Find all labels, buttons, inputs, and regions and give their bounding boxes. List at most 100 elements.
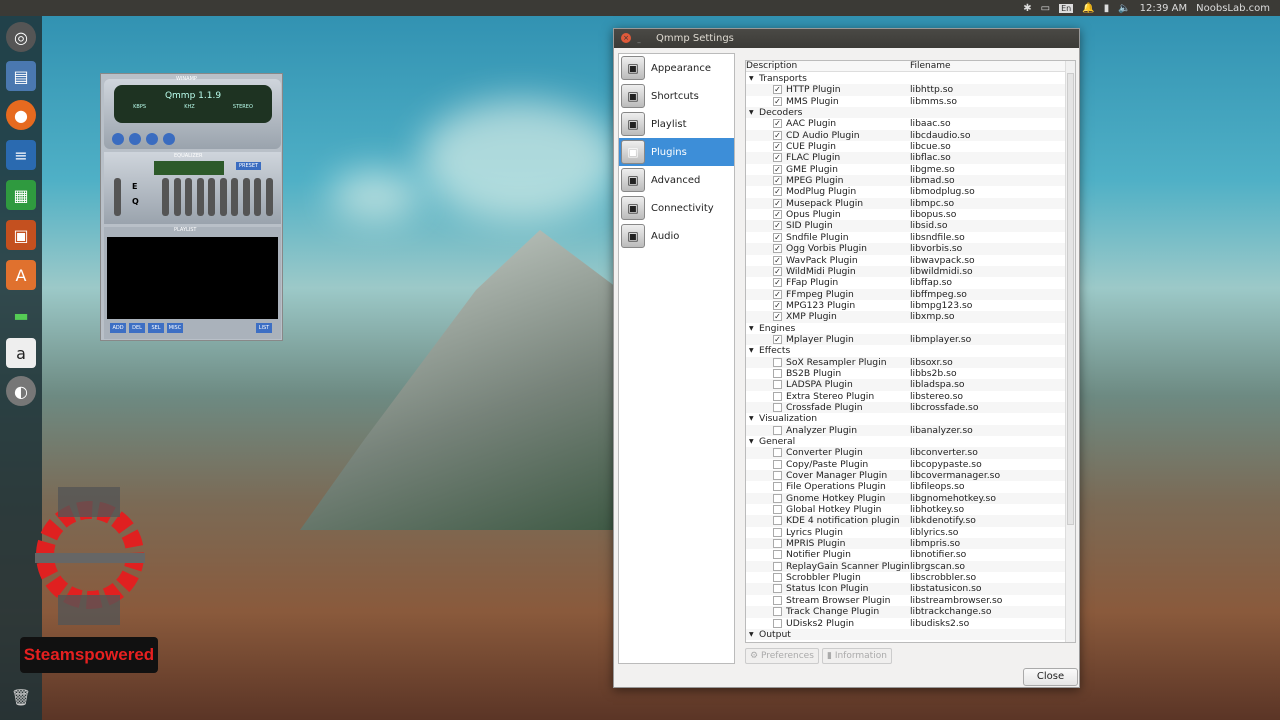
- eq-band-slider[interactable]: [242, 178, 250, 216]
- eq-band-slider[interactable]: [219, 178, 227, 216]
- plugin-row[interactable]: ✓ Musepack Plugin libmpc.so: [746, 197, 1066, 210]
- plugin-checkbox[interactable]: ✓: [773, 334, 782, 344]
- preset-button[interactable]: PRESET: [236, 162, 262, 170]
- expand-arrow-icon[interactable]: ▼: [749, 73, 754, 84]
- plugin-row[interactable]: ✓ Opus Plugin libopus.so: [746, 209, 1066, 220]
- plugin-checkbox[interactable]: ✓: [773, 289, 782, 299]
- calc-icon[interactable]: ▦: [6, 180, 36, 210]
- plugin-row[interactable]: ✓ MPEG Plugin libmad.so: [746, 175, 1066, 187]
- plugin-checkbox[interactable]: ✓: [773, 278, 782, 288]
- plugin-row[interactable]: Scrobbler Plugin libscrobbler.so: [746, 572, 1066, 583]
- plugin-checkbox[interactable]: [773, 561, 782, 571]
- plugin-checkbox[interactable]: [773, 482, 782, 492]
- plugin-checkbox[interactable]: ✓: [773, 96, 782, 106]
- plugin-checkbox[interactable]: [773, 402, 782, 412]
- plugin-row[interactable]: ✓ FFap Plugin libffap.so: [746, 277, 1066, 288]
- eq-band-slider[interactable]: [208, 178, 215, 216]
- group-row[interactable]: ▼ General: [746, 436, 1066, 447]
- plugin-row[interactable]: Status Icon Plugin libstatusicon.so: [746, 583, 1066, 595]
- plugin-row[interactable]: Analyzer Plugin libanalyzer.so: [746, 424, 1066, 436]
- plugin-row[interactable]: ✓ XMP Plugin libxmp.so: [746, 311, 1066, 323]
- plugin-row[interactable]: Gnome Hotkey Plugin libgnomehotkey.so: [746, 492, 1066, 505]
- plugin-row[interactable]: ✓ CD Audio Plugin libcdaudio.so: [746, 129, 1066, 142]
- eq-band-slider[interactable]: [254, 178, 261, 216]
- keyboard-layout[interactable]: En: [1059, 3, 1074, 13]
- playlist-area[interactable]: [107, 237, 278, 319]
- plugin-checkbox[interactable]: [773, 459, 782, 469]
- plugin-checkbox[interactable]: ✓: [773, 221, 782, 231]
- plugin-row[interactable]: ✓ FLAC Plugin libflac.so: [746, 152, 1066, 164]
- nav-item-connectivity[interactable]: ▣ Connectivity: [619, 194, 734, 222]
- trash-icon[interactable]: 🗑: [6, 682, 36, 712]
- display-icon[interactable]: ▭: [1041, 3, 1050, 14]
- nav-item-playlist[interactable]: ▣ Playlist: [619, 110, 734, 138]
- expand-arrow-icon[interactable]: ▼: [749, 413, 754, 424]
- notification-icon[interactable]: 🔔: [1082, 3, 1094, 14]
- plugin-row[interactable]: Notifier Plugin libnotifier.so: [746, 549, 1066, 560]
- list-button[interactable]: LIST: [256, 323, 272, 333]
- group-row[interactable]: ▼ Engines: [746, 323, 1066, 334]
- title-bar[interactable]: × – Qmmp Settings: [614, 29, 1079, 48]
- nav-item-appearance[interactable]: ▣ Appearance: [619, 54, 734, 82]
- plugin-checkbox[interactable]: ✓: [773, 176, 782, 186]
- expand-arrow-icon[interactable]: ▼: [749, 436, 754, 447]
- add-button[interactable]: ADD: [110, 323, 126, 333]
- plugin-row[interactable]: UDisks2 Plugin libudisks2.so: [746, 618, 1066, 629]
- expand-arrow-icon[interactable]: ▼: [749, 345, 754, 356]
- plugin-checkbox[interactable]: ✓: [773, 266, 782, 276]
- plugin-checkbox[interactable]: ✓: [773, 153, 782, 163]
- plugin-checkbox[interactable]: [773, 527, 782, 537]
- plugin-checkbox[interactable]: ✓: [773, 130, 782, 140]
- group-row[interactable]: ▼ Output: [746, 628, 1066, 641]
- plugin-row[interactable]: SoX Resampler Plugin libsoxr.so: [746, 356, 1066, 368]
- plugin-row[interactable]: ✓ ModPlug Plugin libmodplug.so: [746, 186, 1066, 197]
- plugin-row[interactable]: Extra Stereo Plugin libstereo.so: [746, 391, 1066, 402]
- scrollbar-thumb[interactable]: [1067, 73, 1074, 525]
- eq-band-slider[interactable]: [265, 178, 273, 216]
- plugin-checkbox[interactable]: [773, 368, 782, 378]
- minimize-icon[interactable]: –: [637, 33, 641, 52]
- files-icon[interactable]: ▤: [6, 61, 36, 91]
- plugin-checkbox[interactable]: ✓: [773, 255, 782, 265]
- plugin-row[interactable]: BS2B Plugin libbs2b.so: [746, 368, 1066, 379]
- plugin-checkbox[interactable]: ✓: [773, 187, 782, 197]
- plugin-checkbox[interactable]: [773, 493, 782, 503]
- plugin-row[interactable]: Cover Manager Plugin libcovermanager.so: [746, 470, 1066, 482]
- plugin-checkbox[interactable]: ✓: [773, 85, 782, 95]
- pause-button[interactable]: [146, 133, 158, 145]
- nav-item-audio[interactable]: ▣ Audio: [619, 222, 734, 250]
- eq-band-slider[interactable]: [231, 178, 238, 216]
- plugin-checkbox[interactable]: [773, 539, 782, 549]
- nav-item-advanced[interactable]: ▣ Advanced: [619, 166, 734, 194]
- plugin-checkbox[interactable]: [773, 618, 782, 628]
- expand-arrow-icon[interactable]: ▼: [749, 107, 754, 118]
- plugin-checkbox[interactable]: ✓: [773, 210, 782, 220]
- ubuntu-icon[interactable]: ◎: [6, 22, 36, 52]
- plugin-row[interactable]: ✓ MMS Plugin libmms.so: [746, 96, 1066, 107]
- group-row[interactable]: ▼ Transports: [746, 73, 1066, 84]
- scrollbar[interactable]: [1065, 61, 1075, 642]
- sel-button[interactable]: SEL: [148, 323, 164, 333]
- plugin-row[interactable]: ✓ Ogg Vorbis Plugin libvorbis.so: [746, 243, 1066, 255]
- window-close-icon[interactable]: ×: [621, 33, 631, 43]
- plugin-row[interactable]: ✓ FFmpeg Plugin libffmpeg.so: [746, 288, 1066, 300]
- plugin-row[interactable]: Stream Browser Plugin libstreambrowser.so: [746, 595, 1066, 606]
- information-button[interactable]: ▮ Information: [822, 648, 892, 664]
- plugin-row[interactable]: Lyrics Plugin liblyrics.so: [746, 527, 1066, 538]
- eq-band-slider[interactable]: [173, 178, 181, 216]
- impress-icon[interactable]: ▣: [6, 220, 36, 250]
- del-button[interactable]: DEL: [129, 323, 145, 333]
- writer-icon[interactable]: ≡: [6, 140, 36, 170]
- nav-item-shortcuts[interactable]: ▣ Shortcuts: [619, 82, 734, 110]
- nav-item-plugins[interactable]: ▣ Plugins: [619, 138, 734, 166]
- plugin-row[interactable]: ✓ GME Plugin libgme.so: [746, 164, 1066, 175]
- misc-button[interactable]: MISC: [167, 323, 183, 333]
- play-button[interactable]: [129, 133, 141, 145]
- group-row[interactable]: ▼ Visualization: [746, 413, 1066, 424]
- group-row[interactable]: ▼ Effects: [746, 345, 1066, 356]
- plugin-checkbox[interactable]: [773, 391, 782, 401]
- plugin-row[interactable]: Copy/Paste Plugin libcopypaste.so: [746, 459, 1066, 470]
- eq-band-slider[interactable]: [196, 178, 204, 216]
- plugin-checkbox[interactable]: [773, 380, 782, 390]
- clock[interactable]: 12:39 AM: [1140, 3, 1187, 14]
